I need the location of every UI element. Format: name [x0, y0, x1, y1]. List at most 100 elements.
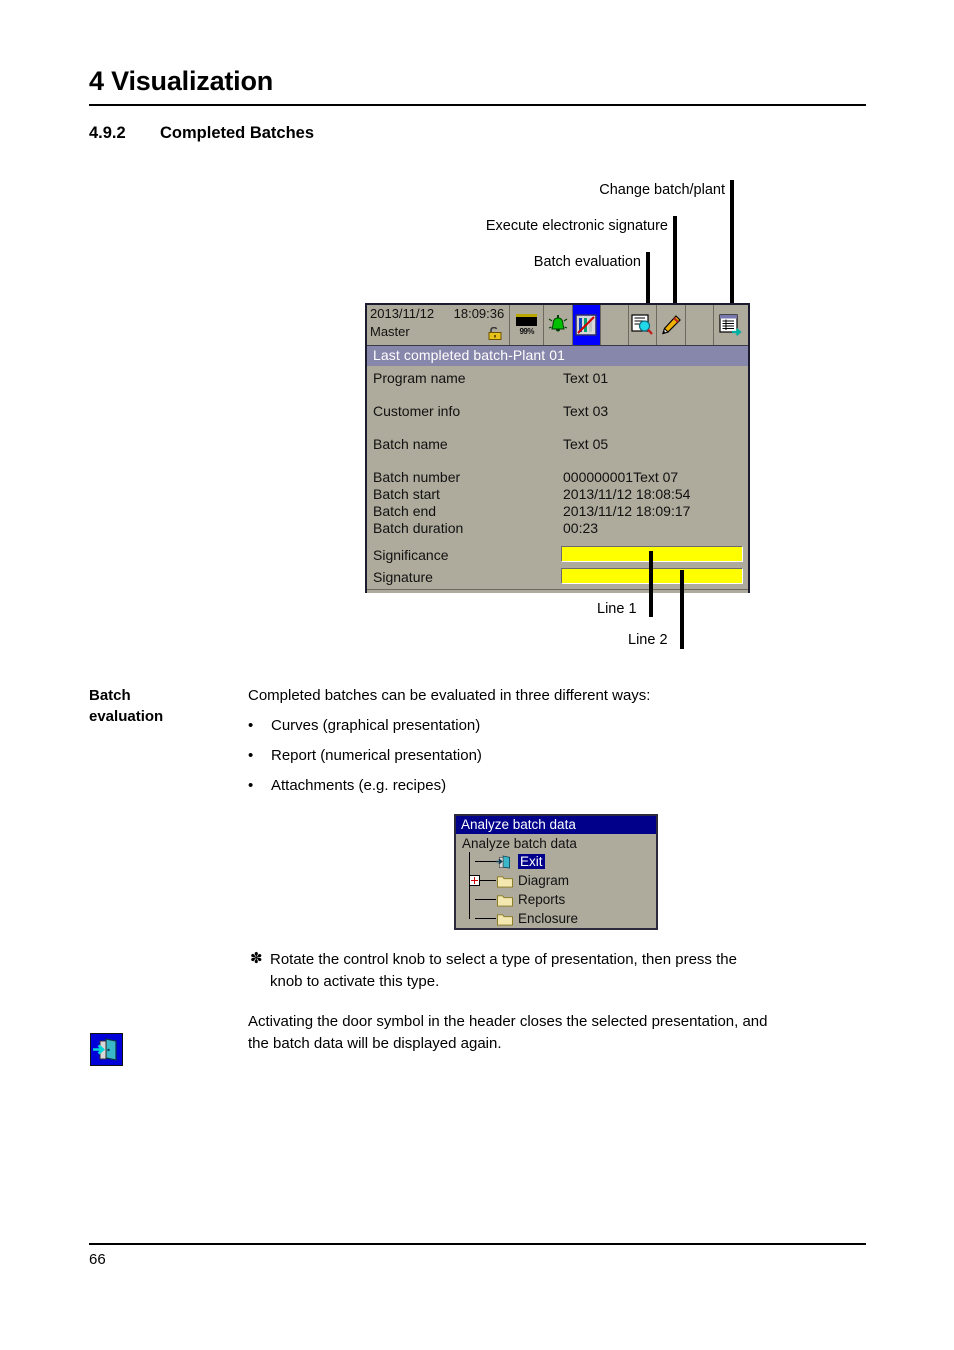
folder-icon — [497, 875, 513, 888]
alarm-bell-icon — [548, 315, 568, 332]
callout-batch-evaluation: Batch evaluation — [533, 254, 641, 270]
exit-door-icon — [495, 854, 510, 868]
folder-icon — [497, 894, 513, 907]
field-label: Batch start — [373, 486, 440, 502]
tree-item-label: Diagram — [518, 873, 570, 888]
page-title: 4 Visualization — [89, 66, 274, 96]
expand-plus-icon[interactable] — [469, 875, 480, 886]
field-label: Customer info — [373, 403, 461, 419]
tree-branch-line — [475, 861, 496, 862]
device-header: 2013/11/12 18:09:36 Master 99% — [367, 305, 748, 346]
toolbar-battery-cell[interactable]: 99% — [510, 305, 545, 345]
electronic-signature-icon — [662, 315, 681, 335]
bullet-icon: • — [248, 777, 254, 794]
toolbar-blank-cell-2[interactable] — [685, 305, 715, 345]
toolbar-blank-cell-1[interactable] — [600, 305, 630, 345]
callout-line2: Line 2 — [628, 632, 668, 648]
field-label: Batch name — [373, 436, 448, 452]
analyze-batch-data-dialog: Analyze batch data Analyze batch data Ex… — [454, 814, 658, 930]
device-field-row: Batch number 000000001Text 07 — [367, 469, 748, 486]
section-title: Completed Batches — [160, 124, 315, 142]
batch-evaluation-intro: Completed batches can be evaluated in th… — [248, 687, 651, 704]
tree-branch-line — [475, 899, 496, 900]
battery-percent: 99% — [519, 326, 534, 336]
change-batch-plant-icon — [719, 314, 742, 336]
callout-line-change-batch-plant — [730, 180, 734, 303]
device-field-row: Batch start 2013/11/12 18:08:54 — [367, 486, 748, 503]
folder-icon — [497, 913, 513, 926]
callout-change-batch-plant: Change batch/plant — [599, 182, 725, 198]
signature-label: Signature — [373, 569, 433, 585]
toolbar-change-batch-plant-cell[interactable] — [714, 305, 748, 345]
device-datetime-block: 2013/11/12 18:09:36 Master — [367, 305, 511, 345]
sidenote-batch-evaluation: Batch evaluation — [89, 685, 163, 727]
tree-branch-line — [475, 918, 496, 919]
device-field-row: Batch end 2013/11/12 18:09:17 — [367, 503, 748, 520]
significance-row: Significance — [367, 546, 748, 565]
sidenote-line-2: evaluation — [89, 708, 164, 725]
note-marker: ✽ — [250, 950, 263, 967]
device-user: Master — [370, 324, 410, 339]
field-label: Batch end — [373, 503, 437, 519]
device-field-row: Batch duration 00:23 — [367, 520, 748, 537]
paragraph-line-2: the batch data will be displayed again. — [248, 1035, 502, 1052]
device-field-row: Program name Text 01 — [367, 370, 748, 387]
tree-item-label: Enclosure — [518, 911, 579, 926]
device-date: 2013/11/12 — [370, 306, 435, 321]
field-value: 2013/11/12 18:08:54 — [563, 486, 691, 502]
field-value: Text 05 — [563, 436, 609, 452]
toolbar-electronic-signature-cell[interactable] — [657, 305, 686, 345]
header-rule — [89, 104, 866, 106]
list-item-label: Attachments (e.g. recipes) — [271, 777, 447, 794]
note-line-1: Rotate the control knob to select a type… — [270, 951, 737, 968]
exit-door-glyph — [93, 1038, 117, 1061]
device-field-row: Batch name Text 05 — [367, 436, 748, 453]
tree-item-label: Reports — [518, 892, 566, 907]
dialog-title-bar: Analyze batch data — [456, 816, 656, 834]
callout-line-line1 — [649, 551, 653, 617]
document-page: 4 Visualization 4.9.2 Completed Batches … — [0, 0, 954, 1350]
field-value: Text 01 — [563, 370, 609, 386]
note-line-2: knob to activate this type. — [270, 973, 440, 990]
tree-item-enclosure[interactable]: Enclosure — [462, 909, 656, 928]
open-padlock-icon — [488, 327, 502, 340]
bullet-icon: • — [248, 717, 254, 734]
device-status-bar — [367, 589, 748, 593]
field-value: 2013/11/12 18:09:17 — [563, 503, 691, 519]
callout-execute-electronic-signature: Execute electronic signature — [485, 218, 668, 234]
callout-line-execute-electronic-signature — [673, 216, 677, 303]
analyze-tree: Exit Diagram Reports Enclosure — [456, 852, 656, 928]
device-time: 18:09:36 — [453, 306, 505, 321]
significance-label: Significance — [373, 547, 449, 563]
toolbar-process-screen-cell[interactable] — [572, 305, 601, 345]
bullet-icon: • — [248, 747, 254, 764]
sidenote-line-1: Batch — [89, 687, 131, 704]
device-screenshot: 2013/11/12 18:09:36 Master 99% Last comp… — [365, 303, 750, 593]
callout-line-batch-evaluation — [646, 252, 650, 303]
field-value: 00:23 — [563, 520, 599, 536]
device-title-bar: Last completed batch-Plant 01 — [367, 346, 748, 366]
page-number: 66 — [89, 1251, 106, 1268]
signature-row: Signature — [367, 568, 748, 587]
process-screen-icon — [575, 314, 597, 336]
field-label: Batch number — [373, 469, 461, 485]
list-item-label: Curves (graphical presentation) — [271, 717, 481, 734]
field-label: Program name — [373, 370, 466, 386]
tree-item-label: Exit — [518, 854, 545, 869]
field-value: Text 03 — [563, 403, 609, 419]
dialog-root-label: Analyze batch data — [462, 836, 577, 851]
batch-evaluation-icon — [631, 314, 654, 335]
battery-icon: 99% — [516, 313, 538, 338]
callout-line-line2 — [680, 570, 684, 649]
device-body: Program name Text 01 Customer info Text … — [367, 366, 748, 593]
footer-rule — [89, 1243, 866, 1245]
tree-item-reports[interactable]: Reports — [462, 890, 656, 909]
field-label: Batch duration — [373, 520, 464, 536]
tree-item-diagram[interactable]: Diagram — [462, 871, 656, 890]
toolbar-batch-evaluation-cell[interactable] — [629, 305, 658, 345]
toolbar-alarm-cell[interactable] — [544, 305, 573, 345]
tree-item-exit[interactable]: Exit — [462, 852, 656, 871]
